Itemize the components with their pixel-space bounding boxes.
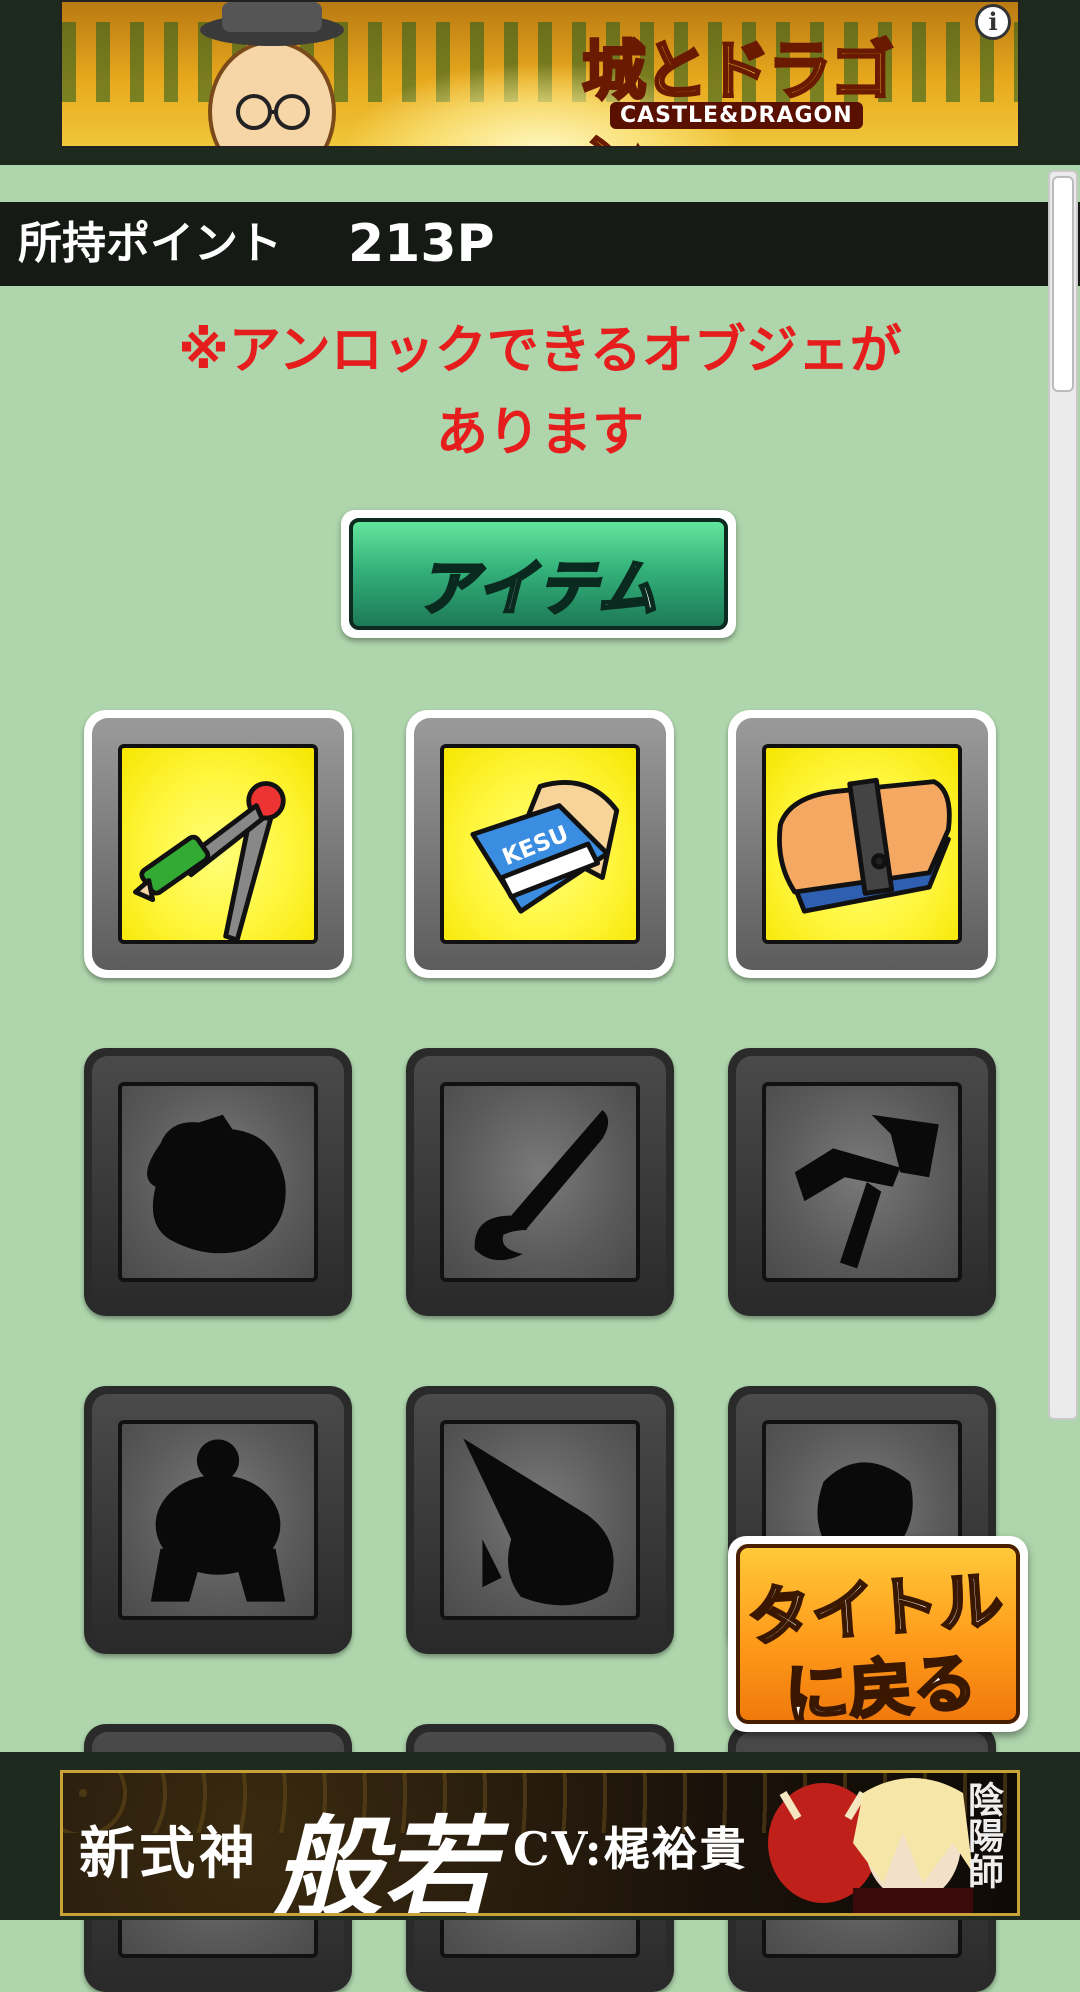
unlock-notice: ※アンロックできるオブジェが あります <box>60 310 1020 474</box>
tile-inner <box>118 744 318 944</box>
object-tile-locked-brush[interactable] <box>406 1048 674 1316</box>
pot-silhouette-icon <box>147 1114 286 1254</box>
tile-frame <box>92 1056 344 1308</box>
item-button-label: アイテム <box>416 553 660 626</box>
tile-inner <box>762 744 962 944</box>
ad-logo-castle-dragon: 城とドラゴン CASTLE&DRAGON <box>581 20 942 147</box>
scrollbar-thumb[interactable] <box>1052 176 1074 392</box>
item-button-face: アイテム <box>349 518 728 630</box>
tile-frame <box>92 1394 344 1646</box>
ad-text-prefix: 新式神 <box>79 1821 259 1887</box>
tile-frame <box>736 1056 988 1308</box>
brush-silhouette-icon <box>474 1110 609 1261</box>
unlock-notice-line2: あります <box>435 403 644 463</box>
points-value: 213P <box>348 214 495 274</box>
tile-inner <box>762 1082 962 1282</box>
back-to-title-button[interactable]: タイトル に戻る <box>728 1536 1028 1735</box>
tile-frame: KESU <box>414 718 666 970</box>
unlock-notice-line1: ※アンロックできるオブジェが <box>178 321 902 381</box>
object-tile-locked-sumo[interactable] <box>84 1386 352 1654</box>
object-tile-locked-spring[interactable] <box>728 1048 996 1316</box>
ad-mascot-egg-character <box>200 2 344 146</box>
bird-silhouette-icon <box>463 1438 614 1606</box>
back-to-title-label: タイトル に戻る <box>741 1561 1016 1739</box>
object-tile-compass[interactable] <box>84 710 352 978</box>
pencil-case-icon <box>777 777 952 914</box>
object-tile-pencil-case[interactable] <box>728 710 996 978</box>
eraser-icon: KESU <box>470 780 620 914</box>
points-label: 所持ポイント <box>18 218 282 269</box>
tile-frame <box>414 1394 666 1646</box>
bottom-ad-banner[interactable]: 新式神 般若 CV:梶裕貴 陰陽師 <box>60 1770 1020 1916</box>
ad-text-cv: CV:梶裕貴 <box>513 1822 748 1876</box>
item-button[interactable]: アイテム <box>341 510 736 638</box>
tile-inner <box>440 1082 640 1282</box>
ad-info-icon[interactable]: i <box>975 4 1011 40</box>
ad-text-name: 般若 <box>273 1804 493 1916</box>
ad-logo-subtitle: CASTLE&DRAGON <box>610 102 863 129</box>
tile-frame <box>92 718 344 970</box>
back-to-title-line2: に戻る <box>781 1645 981 1735</box>
tile-frame <box>414 1056 666 1308</box>
points-bar: 所持ポイント 213P <box>0 202 1080 286</box>
top-ad-banner[interactable]: 城とドラゴン CASTLE&DRAGON <box>60 0 1020 148</box>
object-tile-locked-pot[interactable] <box>84 1048 352 1316</box>
tile-inner <box>118 1420 318 1620</box>
object-tile-eraser[interactable]: KESU <box>406 710 674 978</box>
tile-frame <box>736 718 988 970</box>
back-to-title-button-face: タイトル に戻る <box>736 1544 1020 1735</box>
tile-inner <box>118 1082 318 1282</box>
compass-icon <box>133 781 286 940</box>
ad-brand-text: 陰陽師 <box>962 1781 1004 1889</box>
spring-gadget-silhouette-icon <box>794 1114 939 1269</box>
tile-inner <box>440 1420 640 1620</box>
sumo-silhouette-icon <box>150 1439 286 1602</box>
object-tile-locked-bird[interactable] <box>406 1386 674 1654</box>
vertical-scrollbar[interactable] <box>1048 170 1078 1420</box>
top-ad-bar: 城とドラゴン CASTLE&DRAGON i <box>0 0 1080 165</box>
tile-inner: KESU <box>440 744 640 944</box>
